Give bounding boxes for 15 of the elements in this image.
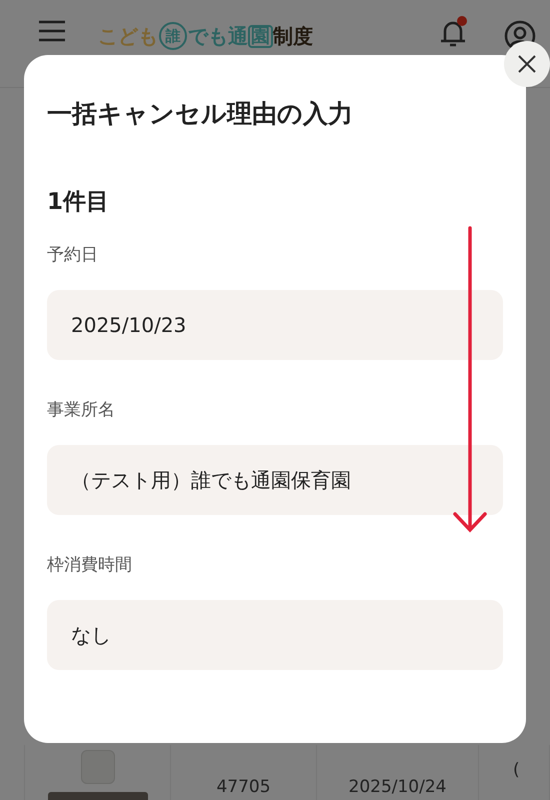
field-label: 予約日 [47,244,99,266]
field-value: 2025/10/23 [47,290,503,360]
close-button[interactable] [504,41,550,87]
close-icon [517,54,537,74]
table-cell: 47705 [216,779,271,796]
field-label: 事業所名 [47,399,116,421]
dialog-title: 一括キャンセル理由の入力 [47,98,354,130]
field-label: 枠消費時間 [47,554,133,576]
field-value: （テスト用）誰でも通園保育園 [47,445,503,515]
field-value: なし [47,600,503,670]
logo: こども 誰 でも通園制度 [98,22,313,50]
table-cell: 2025/10/24 [348,779,446,796]
table-cell: ( [513,762,520,779]
item-heading: 1件目 [47,188,110,217]
menu-icon[interactable] [38,20,66,42]
